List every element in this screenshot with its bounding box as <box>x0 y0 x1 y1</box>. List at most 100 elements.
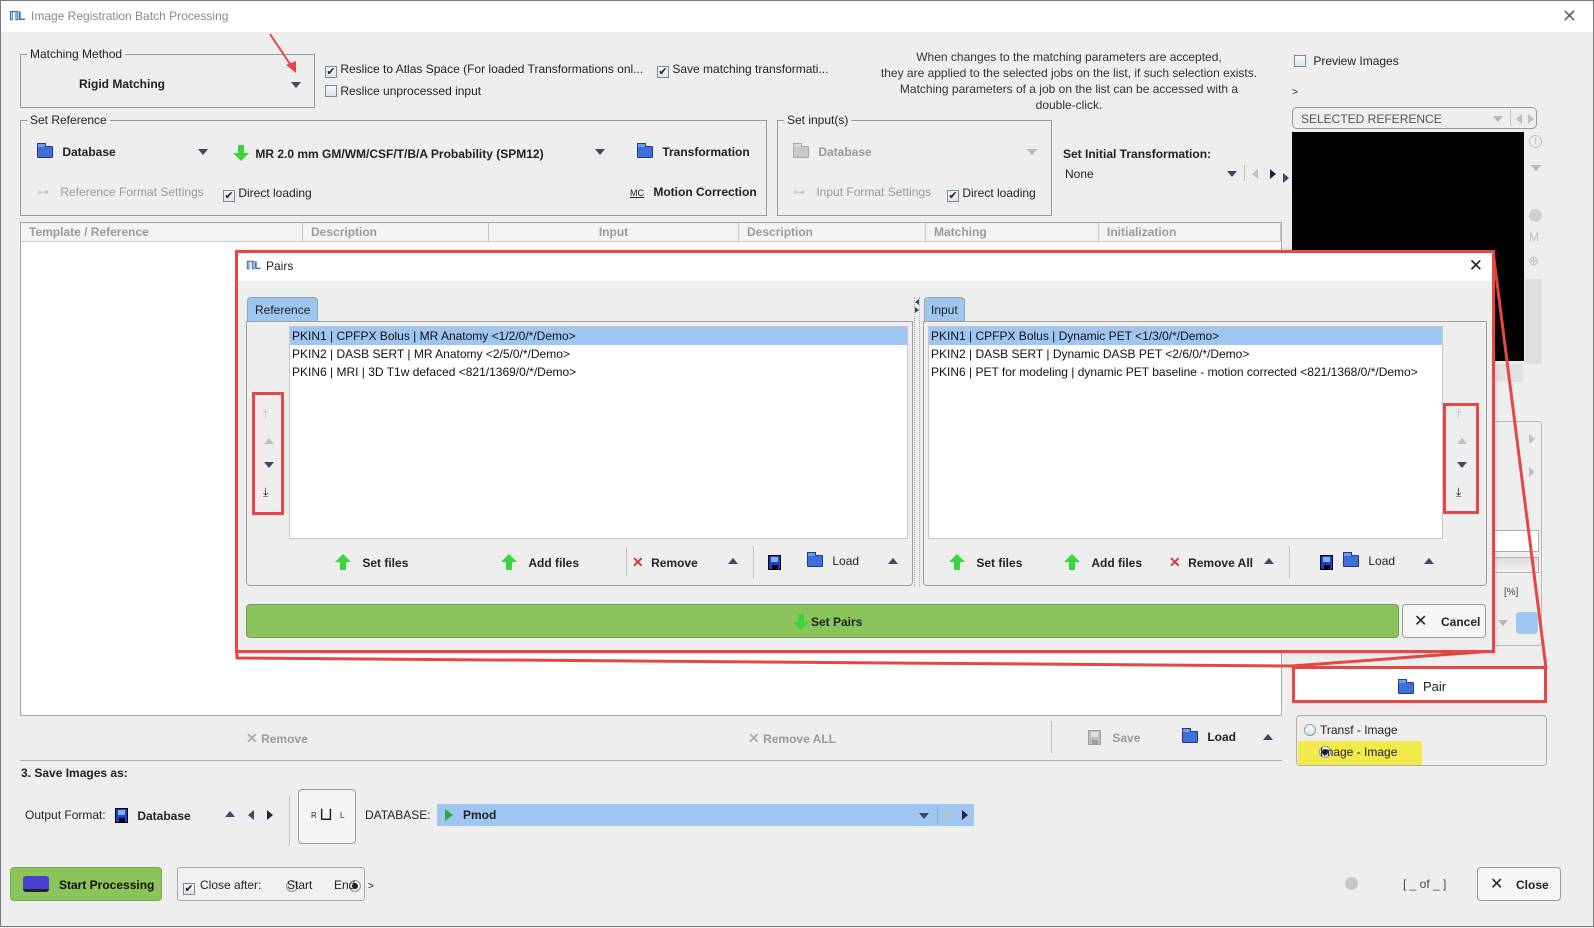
remove-all-jobs-button[interactable]: ✕ Remove ALL <box>748 730 836 747</box>
app-logo-icon: ℿL <box>9 9 25 23</box>
reslice-unprocessed-option[interactable]: Reslice unprocessed input <box>325 84 481 98</box>
save-transform-option[interactable]: ✔ Save matching transformati... <box>657 62 828 78</box>
matching-method-dropdown-icon[interactable] <box>291 82 301 88</box>
initial-transform-value: None <box>1065 167 1094 181</box>
orientation-right-label: L <box>340 811 345 820</box>
load-jobs-button[interactable]: Load <box>1182 728 1236 744</box>
job-counter: [ _ of _ ] <box>1403 877 1447 891</box>
range-input[interactable] <box>1494 557 1539 573</box>
m-icon[interactable]: M <box>1529 230 1539 244</box>
image-image-label: Image - Image <box>1320 745 1398 759</box>
column-header[interactable]: Initialization <box>1099 223 1281 241</box>
output-format-select[interactable]: Database <box>115 808 191 823</box>
start-processing-button[interactable]: Start Processing <box>10 867 162 901</box>
set-inputs-legend: Set input(s) <box>787 113 849 127</box>
initial-transform-dropdown-icon[interactable] <box>1227 171 1237 177</box>
transf-image-radio[interactable] <box>1304 724 1316 736</box>
database-next-icon[interactable] <box>962 810 968 820</box>
reference-direct-loading-option[interactable]: ✔ Direct loading <box>223 186 312 202</box>
reference-format-settings-button[interactable]: ⊶ Reference Format Settings <box>37 185 204 199</box>
input-format-settings-button[interactable]: ⊶ Input Format Settings <box>793 185 931 199</box>
save-jobs-button[interactable]: Save <box>1088 730 1140 745</box>
input-source-dropdown-icon[interactable] <box>1027 149 1037 155</box>
column-header[interactable]: Input <box>489 223 739 241</box>
reference-direct-loading-label: Direct loading <box>238 186 312 200</box>
reslice-atlas-option[interactable]: ✔ Reslice to Atlas Space (For loaded Tra… <box>325 62 643 78</box>
transformation-button[interactable]: Transformation <box>637 143 750 159</box>
orientation-button[interactable]: R ⊔ L <box>298 789 356 844</box>
value-input[interactable] <box>1494 530 1539 552</box>
window-close-icon[interactable]: ✕ <box>1562 6 1577 27</box>
separator <box>1244 165 1245 181</box>
remove-icon: ✕ <box>748 730 760 746</box>
motion-correction-button[interactable]: MC Motion Correction <box>630 185 757 199</box>
preview-scrollbar[interactable] <box>1525 279 1542 364</box>
close-after-checkbox[interactable]: ✔ <box>183 883 195 895</box>
close-after-start-label: Start <box>287 878 313 892</box>
preview-images-option[interactable]: Preview Images <box>1294 54 1399 68</box>
reference-source-dropdown-icon[interactable] <box>198 149 208 155</box>
folder-icon <box>637 143 653 158</box>
reslice-atlas-checkbox[interactable]: ✔ <box>325 66 337 78</box>
save-transform-checkbox[interactable]: ✔ <box>657 66 669 78</box>
column-header[interactable]: Description <box>739 223 926 241</box>
slider-next-icon[interactable] <box>1529 434 1535 444</box>
output-format-next-icon[interactable] <box>267 810 273 820</box>
info-line: double-click. <box>1035 98 1103 112</box>
separator <box>1510 110 1511 126</box>
info-icon[interactable]: I <box>1529 135 1542 148</box>
input-source-select[interactable]: Database <box>793 143 872 159</box>
preview-selector[interactable]: SELECTED REFERENCE <box>1292 107 1537 129</box>
output-format-menu-icon[interactable] <box>225 811 235 817</box>
initial-transform-next-icon[interactable] <box>1270 169 1276 179</box>
remove-job-button[interactable]: ✕ Remove <box>246 730 308 747</box>
close-after-panel: ✔ Close after: Start End <box>177 867 365 901</box>
output-format-prev-icon[interactable] <box>248 810 254 820</box>
load-jobs-menu-icon[interactable] <box>1263 734 1273 740</box>
reference-direct-loading-checkbox[interactable]: ✔ <box>223 190 235 202</box>
folder-icon <box>793 143 809 158</box>
database-prev-icon[interactable] <box>944 810 950 820</box>
column-header[interactable]: Matching <box>926 223 1099 241</box>
slider-next-icon[interactable] <box>1529 467 1535 477</box>
preview-options-icon[interactable] <box>1531 165 1541 171</box>
preview-side-toggle-icon[interactable] <box>1283 173 1289 183</box>
initial-transform-prev-icon[interactable] <box>1252 169 1258 179</box>
input-format-settings-label: Input Format Settings <box>816 185 932 199</box>
close-button[interactable]: ✕ Close <box>1477 867 1561 901</box>
input-direct-loading-checkbox[interactable]: ✔ <box>947 190 959 202</box>
play-icon <box>445 809 453 821</box>
reslice-unprocessed-checkbox[interactable] <box>325 85 337 97</box>
preview-next-icon[interactable] <box>1528 114 1534 124</box>
preview-images-checkbox[interactable] <box>1294 55 1306 67</box>
database-select[interactable]: Pmod <box>437 804 974 826</box>
save-icon <box>115 808 128 823</box>
column-header[interactable]: Template / Reference <box>21 223 303 241</box>
set-reference-legend: Set Reference <box>30 113 107 127</box>
database-dropdown-icon[interactable] <box>919 813 929 819</box>
initial-transform-select[interactable]: None <box>1065 167 1094 181</box>
output-format-label: Output Format: <box>25 808 106 822</box>
motion-correction-icon: MC <box>630 188 644 198</box>
contrast-icon[interactable] <box>1529 209 1542 222</box>
matching-method-select[interactable]: Rigid Matching <box>79 77 165 91</box>
preview-mode-button[interactable] <box>1516 612 1538 634</box>
reference-format-settings-label: Reference Format Settings <box>60 185 204 199</box>
reference-template-dropdown-icon[interactable] <box>595 149 605 155</box>
footer-expand-toggle[interactable]: > <box>368 881 374 892</box>
crosshair-icon[interactable]: ⊕ <box>1528 253 1539 269</box>
column-header[interactable]: Description <box>303 223 489 241</box>
preview-mode-dropdown-icon[interactable] <box>1498 620 1508 626</box>
annotation-box <box>235 250 1495 653</box>
transf-image-label: Transf - Image <box>1320 723 1398 737</box>
head-icon: ⊔ <box>319 804 334 824</box>
remove-icon: ✕ <box>246 730 258 746</box>
orientation-left-label: R <box>311 811 317 820</box>
preview-selector-dropdown-icon[interactable] <box>1493 116 1503 122</box>
preview-expand-toggle[interactable]: > <box>1292 87 1298 98</box>
reference-source-select[interactable]: Database <box>37 143 116 159</box>
preview-prev-icon[interactable] <box>1516 114 1522 124</box>
close-label: Close <box>1516 878 1549 892</box>
input-direct-loading-option[interactable]: ✔ Direct loading <box>947 186 1036 202</box>
reference-template-select[interactable]: MR 2.0 mm GM/WM/CSF/T/B/A Probability (S… <box>233 145 544 161</box>
